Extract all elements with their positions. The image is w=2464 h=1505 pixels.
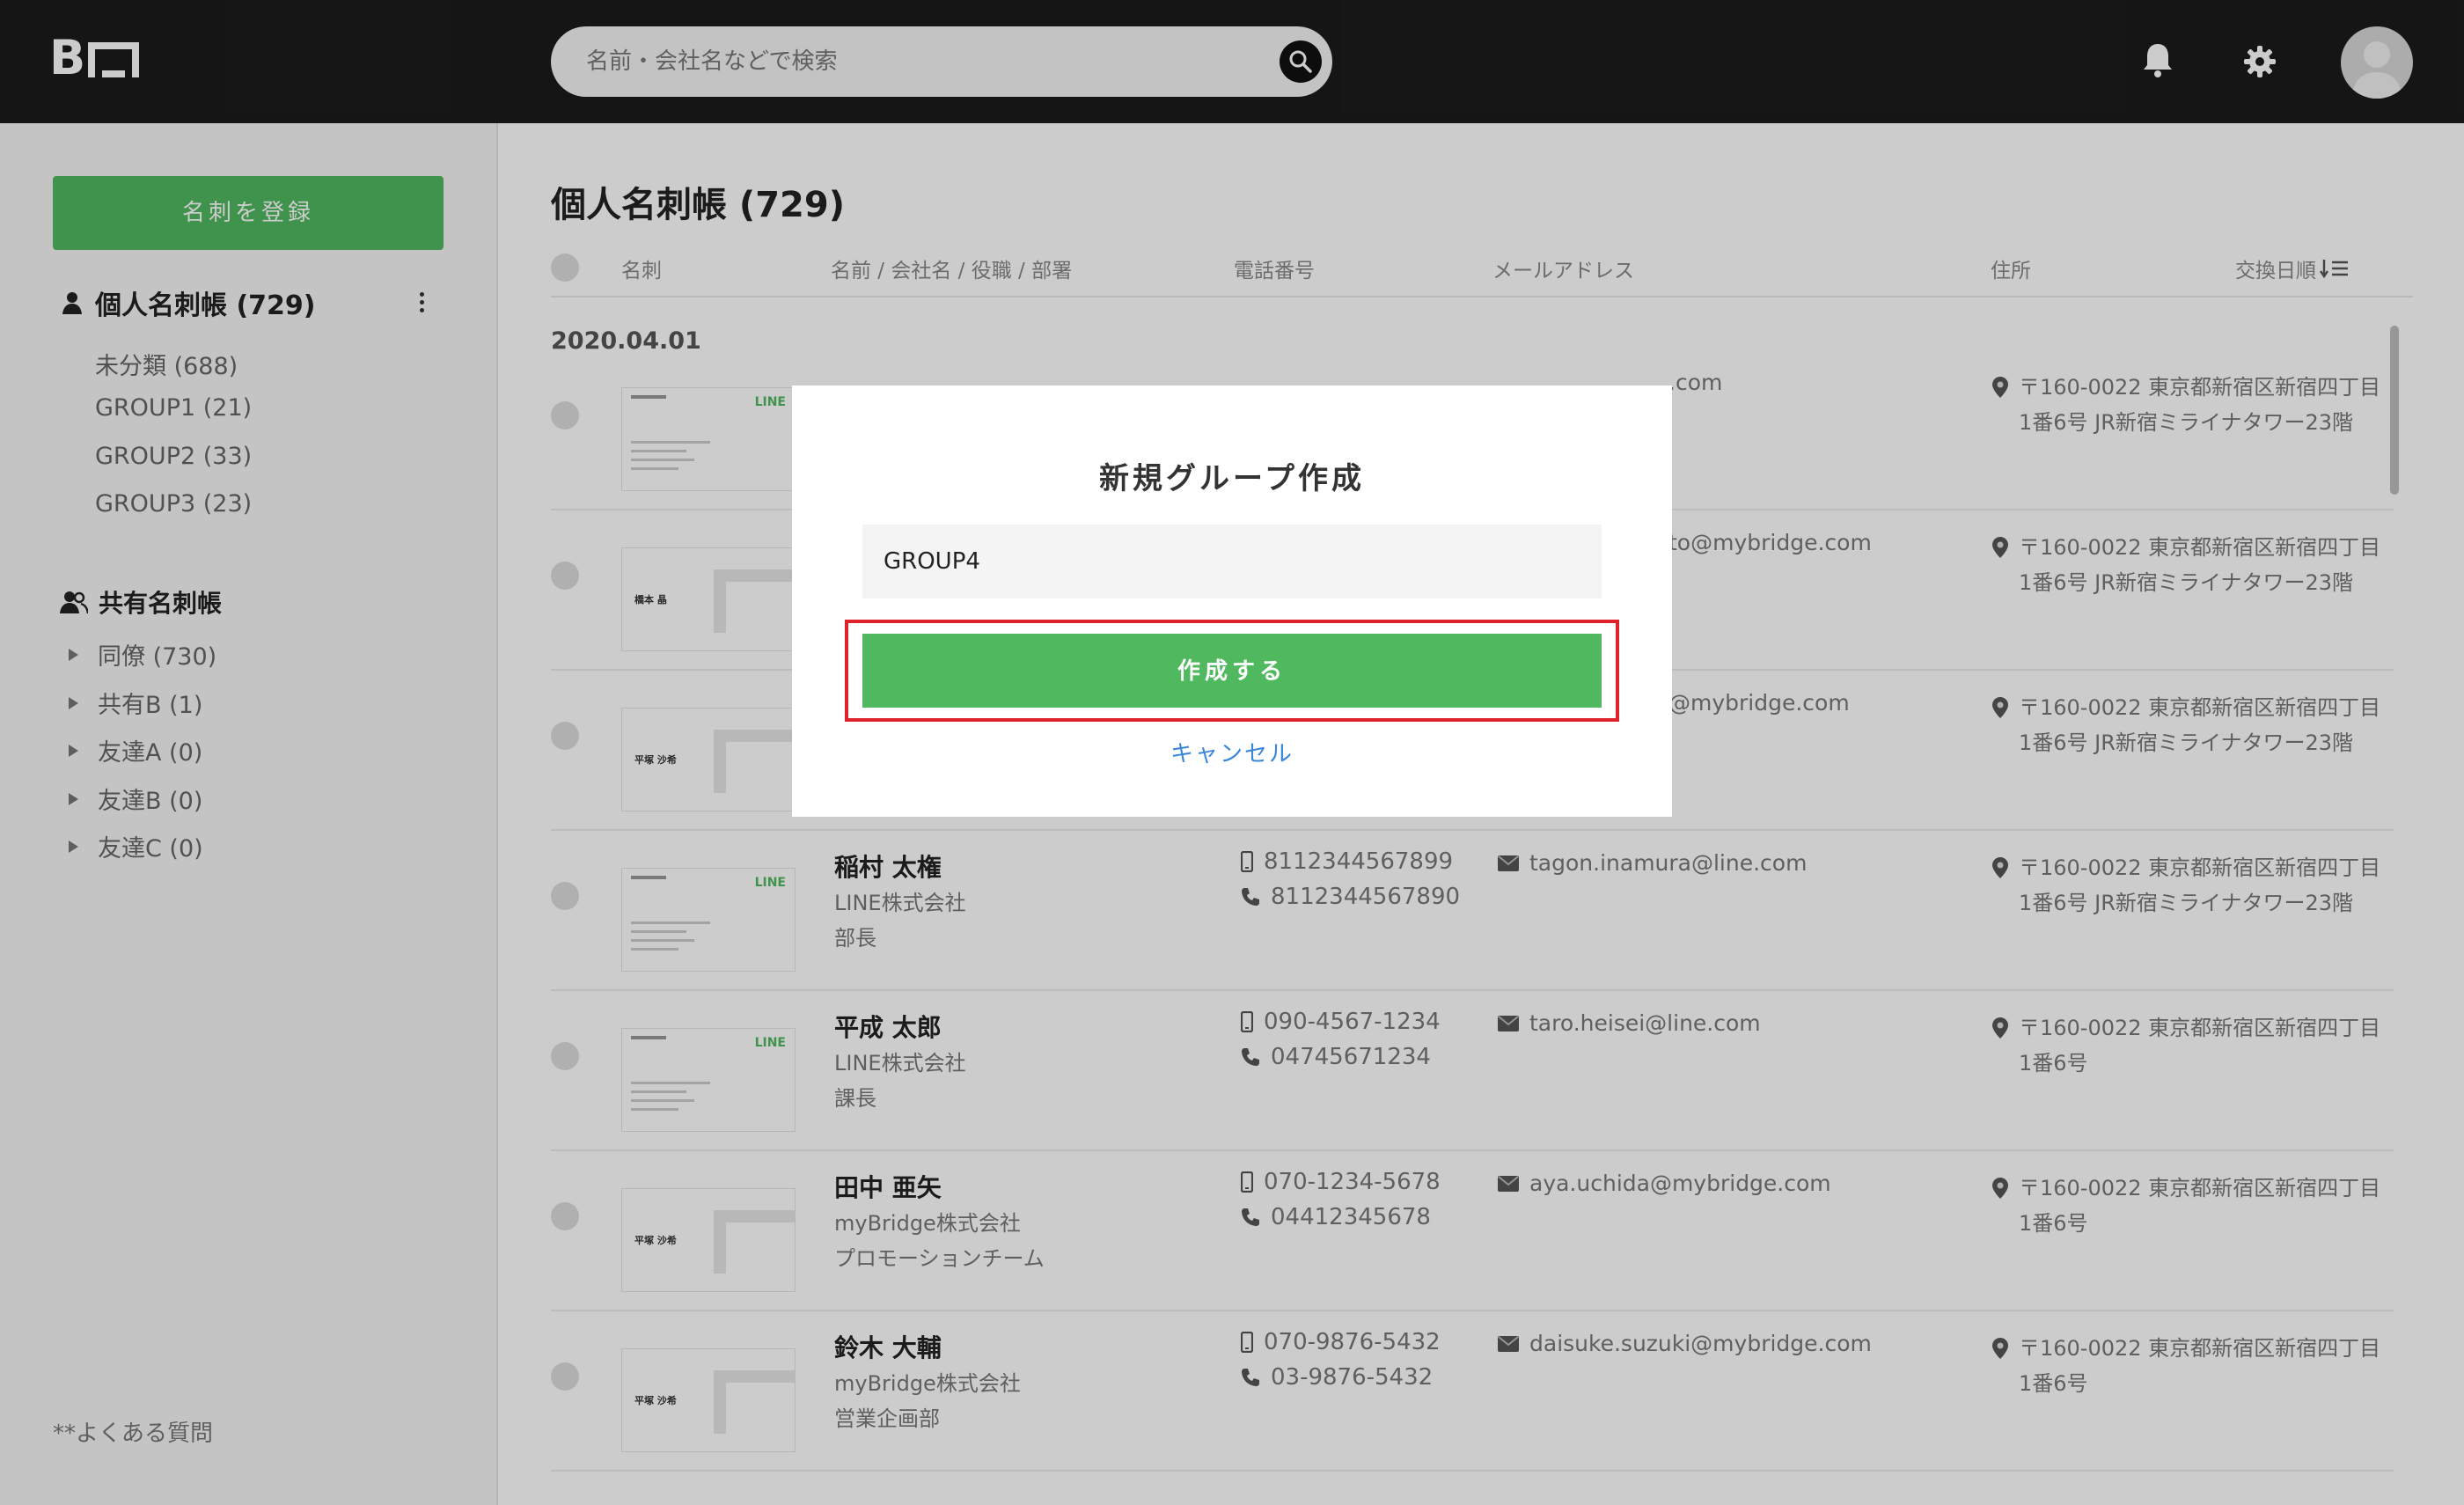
new-group-dialog: 新規グループ作成 作成する キャンセル xyxy=(792,385,1672,817)
group-name-input[interactable] xyxy=(862,525,1602,598)
cancel-link[interactable]: キャンセル xyxy=(792,736,1672,768)
create-button[interactable]: 作成する xyxy=(862,634,1602,708)
dialog-title: 新規グループ作成 xyxy=(1099,461,1365,496)
